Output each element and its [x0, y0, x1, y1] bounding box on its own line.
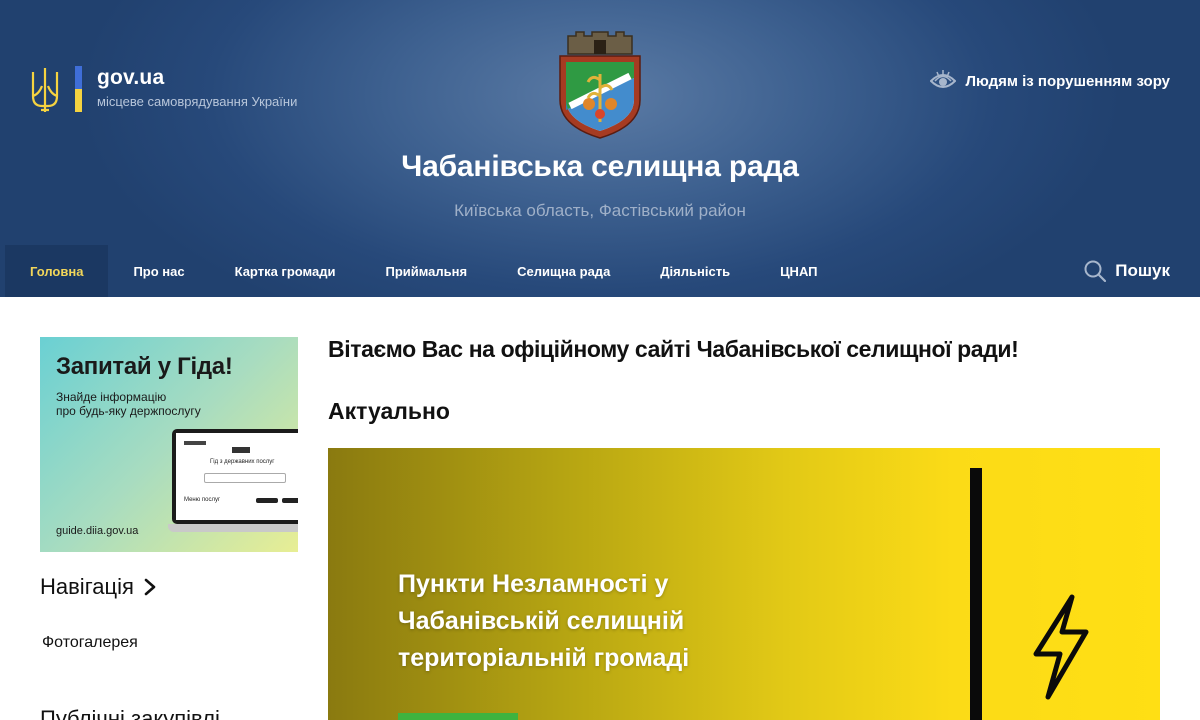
- news-title-line-1: Пункти Незламності у: [398, 570, 669, 598]
- section-title-actual: Актуально: [328, 398, 450, 424]
- site-header: gov.ua місцеве самоврядування України Ча…: [0, 0, 1200, 297]
- banner-title: Запитай у Гіда!: [56, 353, 233, 380]
- accessibility-toggle[interactable]: Людям із порушенням зору: [930, 69, 1170, 93]
- nav-item-about[interactable]: Про нас: [108, 245, 209, 297]
- accessibility-label: Людям із порушенням зору: [965, 72, 1170, 90]
- site-subtitle: Київська область, Фастівський район: [454, 201, 746, 220]
- nav-item-activity[interactable]: Діяльність: [635, 245, 755, 297]
- news-slide[interactable]: Пункти Незламності у Чабанівській селищн…: [328, 448, 1160, 720]
- banner-url: guide.diia.gov.ua: [56, 525, 139, 537]
- trident-icon: [31, 68, 59, 112]
- gov-ua-subtitle: місцеве самоврядування України: [97, 94, 298, 109]
- navigation-heading-label: Навігація: [40, 574, 134, 599]
- lightning-icon: [1033, 594, 1089, 700]
- nav-item-community-card[interactable]: Картка громади: [210, 245, 361, 297]
- diia-guide-banner[interactable]: Запитай у Гіда! Знайде інформацію про бу…: [40, 337, 298, 552]
- nav-item-home[interactable]: Головна: [5, 245, 109, 297]
- nav-item-reception[interactable]: Приймальня: [360, 245, 492, 297]
- news-title-line-2: Чабанівській селищній: [398, 607, 685, 635]
- welcome-heading: Вітаємо Вас на офіційному сайті Чабанівс…: [328, 336, 1019, 362]
- nav-item-council[interactable]: Селищна рада: [492, 245, 635, 297]
- news-more-button[interactable]: [398, 713, 518, 720]
- decorative-bar: [970, 468, 982, 720]
- gov-ua-logo[interactable]: gov.ua місцеве самоврядування України: [30, 66, 297, 114]
- banner-line-1: Знайде інформацію: [56, 390, 167, 404]
- site-title: Чабанівська селищна рада: [401, 150, 799, 183]
- main-nav: Головна Про нас Картка громади Приймальн…: [0, 245, 1200, 297]
- sidebar-procurement-heading[interactable]: Публічні закупівлі: [40, 706, 220, 720]
- ukraine-flag: [75, 66, 82, 112]
- news-title[interactable]: Пункти Незламності у Чабанівській селищн…: [398, 566, 738, 677]
- gov-ua-title[interactable]: gov.ua: [97, 66, 297, 90]
- sidebar-navigation-heading[interactable]: Навігація: [40, 574, 156, 600]
- eye-icon: [930, 70, 957, 88]
- banner-line-2: про будь-яку держпослугу: [56, 404, 201, 418]
- news-title-line-3: територіальній громаді: [398, 644, 690, 672]
- chevron-right-icon: [144, 578, 156, 596]
- search-button[interactable]: Пошук: [1084, 245, 1170, 297]
- coat-of-arms-icon[interactable]: [556, 30, 644, 140]
- nav-item-cnap[interactable]: ЦНАП: [755, 245, 842, 297]
- screen-heading: Гід з державних послуг: [210, 459, 275, 465]
- search-icon: [1084, 260, 1107, 282]
- screen-menu: Меню послуг: [184, 497, 221, 503]
- sidebar-link-photogallery[interactable]: Фотогалерея: [42, 634, 138, 652]
- laptop-illustration: Гід з державних послуг Меню послуг: [168, 429, 298, 537]
- search-label: Пошук: [1115, 261, 1170, 280]
